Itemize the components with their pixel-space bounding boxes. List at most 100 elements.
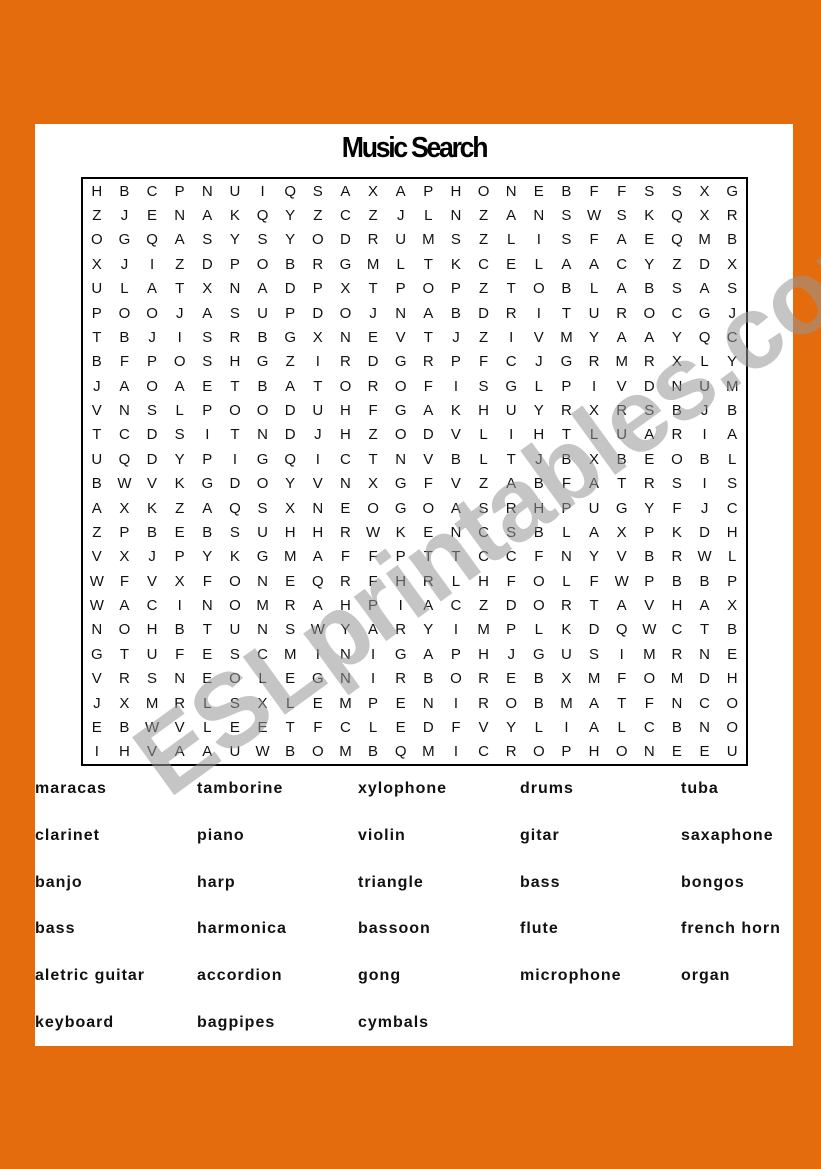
grid-letter: J (700, 402, 709, 420)
grid-letter: J (148, 548, 156, 566)
grid-letter: S (644, 182, 655, 200)
word-list-item: cymbals (358, 1014, 430, 1031)
grid-letter: A (644, 328, 655, 346)
grid-letter: H (146, 621, 158, 639)
grid-letter: P (561, 743, 572, 761)
grid-letter: E (395, 694, 406, 712)
grid-letter: H (478, 572, 489, 590)
grid-letter: P (561, 499, 572, 517)
grid-letter: S (202, 353, 213, 371)
grid-letter: V (91, 670, 102, 688)
word-list-item: maracas (35, 780, 107, 797)
grid-letter: B (91, 475, 102, 493)
grid-letter: E (671, 743, 682, 761)
grid-letter: C (119, 426, 130, 444)
grid-letter: N (174, 207, 186, 225)
grid-letter: A (423, 645, 434, 663)
grid-letter: F (368, 402, 378, 420)
grid-letter: W (642, 621, 657, 639)
grid-letter: A (119, 377, 130, 395)
grid-letter: O (339, 377, 352, 395)
grid-letter: O (311, 231, 324, 249)
grid-letter: P (506, 621, 517, 639)
grid-letter: S (229, 304, 240, 322)
grid-letter: C (505, 548, 517, 566)
grid-letter: E (340, 499, 351, 517)
grid-letter: I (232, 450, 238, 468)
grid-letter: N (643, 743, 655, 761)
grid-letter: A (257, 280, 268, 298)
grid-letter: T (589, 597, 599, 615)
grid-letter: O (118, 304, 131, 322)
grid-letter: Y (285, 475, 296, 493)
grid-letter: Q (698, 328, 711, 346)
grid-letter: I (315, 353, 320, 371)
grid-letter: O (450, 670, 462, 688)
grid-letter: J (700, 499, 709, 517)
grid-letter: L (203, 718, 212, 736)
grid-letter: L (534, 621, 543, 639)
grid-letter: D (422, 718, 434, 736)
grid-letter: O (229, 572, 241, 590)
grid-letter: M (283, 645, 297, 663)
grid-letter: R (395, 670, 407, 688)
grid-letter: M (339, 694, 352, 712)
grid-letter: B (533, 694, 544, 712)
grid-letter: N (340, 670, 351, 688)
grid-letter: A (506, 207, 517, 225)
grid-letter: C (616, 255, 628, 273)
grid-letter: E (285, 572, 296, 590)
grid-letter: B (727, 402, 738, 420)
grid-letter: N (395, 304, 407, 322)
word-list-item: drums (520, 780, 574, 797)
grid-letter: A (423, 402, 434, 420)
grid-letter: C (146, 597, 158, 615)
grid-letter: O (229, 670, 241, 688)
grid-letter: Q (284, 450, 297, 468)
grid-letter: N (312, 499, 324, 517)
grid-letter: I (177, 597, 182, 615)
grid-letter: O (477, 182, 490, 200)
word-list-item: bass (35, 920, 76, 938)
grid-letter: F (202, 572, 212, 590)
grid-letter: L (175, 402, 184, 420)
grid-letter: D (505, 597, 517, 615)
grid-letter: O (394, 377, 407, 395)
grid-letter: E (202, 670, 213, 688)
grid-letter: S (561, 231, 572, 249)
grid-letter: R (340, 572, 351, 590)
grid-letter: Y (229, 231, 240, 249)
grid-letter: A (616, 328, 627, 346)
grid-letter: E (312, 694, 323, 712)
worksheet: Music Search HBCPNUIQSAXAPHONEBFFSSXGZJE… (35, 124, 793, 1046)
grid-letter: F (561, 475, 572, 493)
grid-letter: A (285, 377, 296, 395)
grid-letter: S (478, 499, 489, 517)
grid-letter: T (506, 280, 516, 298)
grid-letter: G (201, 475, 214, 493)
grid-letter: M (256, 597, 269, 615)
grid-letter: O (643, 304, 656, 322)
word-list-item: aletric guitar (35, 967, 146, 985)
grid-letter: T (230, 426, 240, 444)
grid-letter: H (533, 499, 545, 517)
grid-letter: P (174, 182, 185, 200)
grid-letter: A (699, 597, 710, 615)
grid-letter: O (532, 597, 545, 615)
word-list-item: banjo (35, 873, 83, 891)
grid-letter: R (119, 670, 130, 688)
grid-letter: T (423, 255, 433, 273)
grid-letter: V (174, 718, 185, 736)
grid-letter: N (340, 328, 351, 346)
grid-letter: T (423, 328, 433, 346)
grid-letter: C (726, 328, 738, 346)
grid-letter: L (286, 694, 295, 712)
grid-letter: D (229, 475, 241, 493)
grid-letter: L (534, 255, 543, 273)
grid-letter: P (644, 572, 655, 590)
grid-letter: I (564, 718, 569, 736)
grid-letter: B (561, 450, 572, 468)
grid-letter: Q (671, 231, 683, 249)
grid-letter: Z (672, 255, 682, 273)
word-list-item: bongos (681, 873, 745, 891)
